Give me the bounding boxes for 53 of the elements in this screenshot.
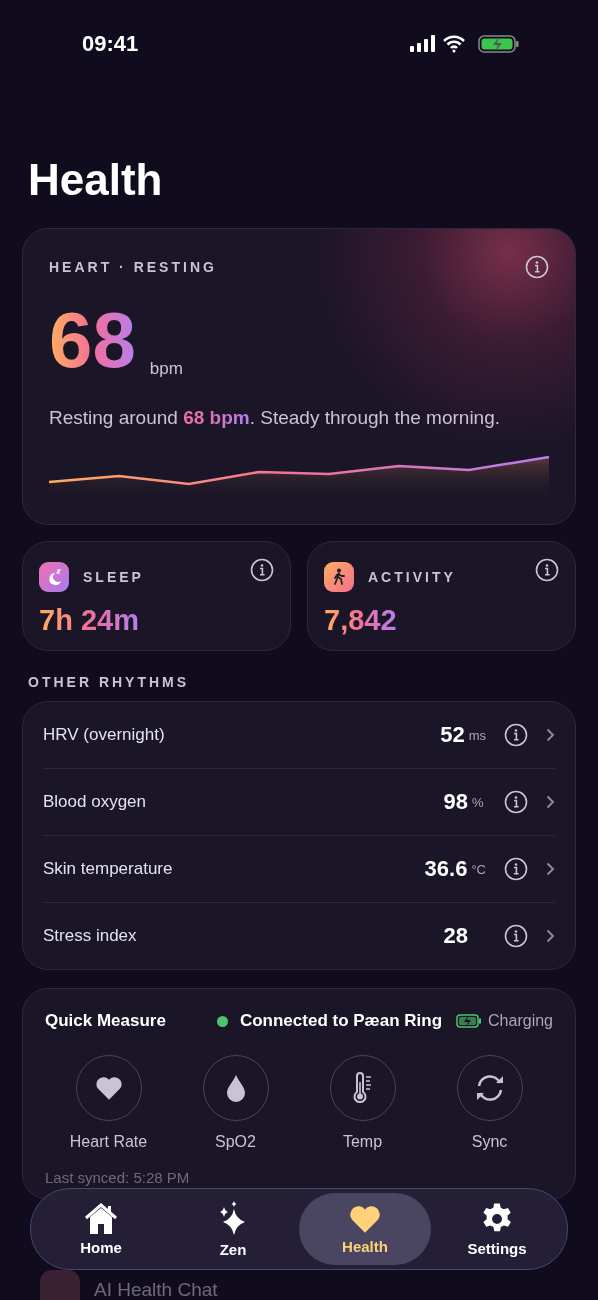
heart-rate-unit: bpm [149,359,183,379]
thermometer-icon [351,1072,374,1104]
tab[interactable]: Settings [431,1193,563,1265]
metric-name: Skin temperature [43,859,174,879]
home-icon [83,1202,119,1235]
metric-value: 28 [443,923,468,949]
info-icon[interactable] [525,255,549,279]
tab[interactable]: Home [35,1193,167,1265]
info-icon[interactable] [504,723,528,747]
measure-button[interactable]: Temp [299,1055,426,1151]
heart-icon [94,1075,123,1101]
card-title: Quick Measure [45,1011,166,1031]
page-title: Health [28,158,164,202]
card-label: SLEEP [83,569,144,585]
info-icon[interactable] [504,790,528,814]
heart-icon [348,1203,382,1234]
measure-button[interactable]: SpO2 [172,1055,299,1151]
measure-button[interactable]: Sync [426,1055,553,1151]
metric-name: Stress index [43,926,138,946]
chevron-right-icon [546,862,555,876]
moon-icon [39,562,69,592]
walking-person-icon [324,562,354,592]
heart-summary: Resting around 68 bpm. Steady through the morning. [49,407,501,429]
info-icon[interactable] [535,558,559,582]
insight-row-title[interactable]: AI Health Chat [94,1279,218,1300]
metric-value: 36.6 [424,856,468,882]
info-icon[interactable] [504,924,528,948]
metric-name: HRV (overnight) [43,725,166,745]
section-heading: OTHER RHYTHMS [28,674,190,690]
metric-unit: % [472,794,484,810]
last-synced: Last synced: 5:28 PM [45,1169,191,1186]
drop-icon [225,1074,246,1102]
measure-button[interactable]: Heart Rate [45,1055,172,1151]
status-time: 09:41 [82,31,139,57]
chevron-right-icon [546,929,555,943]
battery-status: Charging [488,1012,553,1030]
card-label: HEART · RESTING [49,259,217,275]
battery-charging-icon [456,1014,483,1028]
chevron-right-icon [546,728,555,742]
metric-value: 52 [440,722,465,748]
info-icon[interactable] [250,558,274,582]
metric-name: Blood oxygen [43,792,148,812]
metric-unit: °C [471,861,486,877]
metric-unit: ms [468,727,486,743]
info-icon[interactable] [504,857,528,881]
tab[interactable]: Zen [167,1193,299,1265]
card-label: ACTIVITY [368,569,456,585]
sleep-card[interactable]: SLEEP 7h 24m [22,541,291,651]
chevron-right-icon [546,795,555,809]
connection-status: Connected to Pæan Ring [239,1011,443,1031]
activity-card[interactable]: ACTIVITY 7,842 [307,541,576,651]
tab[interactable]: Health [299,1193,431,1265]
metric-value: 98 [443,789,468,815]
